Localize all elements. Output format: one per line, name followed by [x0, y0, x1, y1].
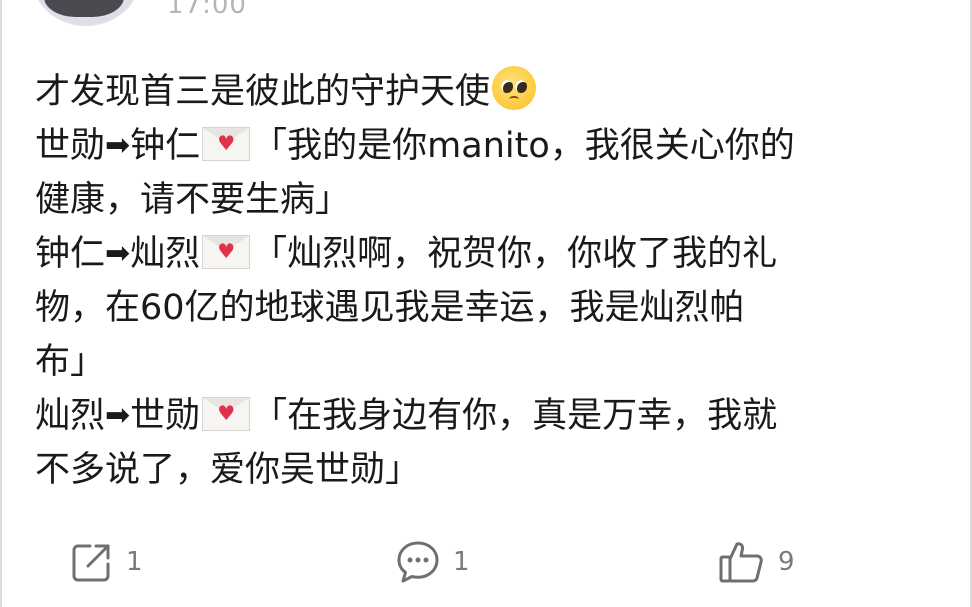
post-card: 17:00 才发现首三是彼此的守护天使 世勋➡钟仁 ♥ 「我的是你manito，我很…	[0, 0, 972, 607]
like-button[interactable]: 9	[718, 538, 795, 586]
sender-name: 世勋	[35, 126, 106, 166]
post-line: 健康，请不要生病」	[35, 173, 935, 227]
right-arrow-icon: ➡	[105, 128, 131, 163]
post-line-text: 物，在60亿的地球遇见我是幸运，我是灿烈帕	[35, 288, 745, 328]
pleading-face-icon	[492, 66, 537, 110]
right-arrow-icon: ➡	[105, 236, 131, 271]
post-line-text: 「灿烈啊，祝贺你，你收了我的礼	[252, 234, 778, 274]
post-line-text: 不多说了，爱你吴世勋」	[35, 450, 421, 490]
post-line-text: 「我的是你manito，我很关心你的	[252, 126, 795, 166]
sender-name: 灿烈	[35, 396, 106, 436]
sender-name: 钟仁	[35, 234, 106, 274]
love-letter-icon: ♥	[202, 127, 251, 161]
avatar-image	[44, 0, 124, 17]
like-count: 9	[778, 547, 795, 577]
love-letter-icon: ♥	[202, 397, 251, 431]
comment-icon	[395, 539, 441, 585]
share-icon	[70, 540, 114, 584]
recipient-name: 钟仁	[130, 126, 201, 166]
recipient-name: 世勋	[130, 396, 201, 436]
share-button[interactable]: 1	[70, 538, 143, 586]
love-letter-icon: ♥	[202, 235, 251, 269]
post-line: 灿烈➡世勋 ♥ 「在我身边有你，真是万幸，我就	[35, 389, 935, 443]
post-line: 才发现首三是彼此的守护天使	[35, 65, 935, 119]
avatar[interactable]	[32, 0, 140, 26]
post-timestamp: 17:00	[167, 0, 247, 20]
post-line-text: 才发现首三是彼此的守护天使	[35, 72, 491, 112]
post-line: 布」	[35, 335, 935, 389]
post-content: 才发现首三是彼此的守护天使 世勋➡钟仁 ♥ 「我的是你manito，我很关心你的 健…	[35, 65, 935, 497]
post-line: 不多说了，爱你吴世勋」	[35, 443, 935, 497]
comment-count: 1	[453, 547, 470, 577]
post-line: 世勋➡钟仁 ♥ 「我的是你manito，我很关心你的	[35, 119, 935, 173]
post-line-text: 布」	[35, 342, 106, 382]
post-line-text: 健康，请不要生病」	[35, 180, 351, 220]
post-actions-bar: 1 1 9	[2, 530, 972, 600]
post-line: 钟仁➡灿烈 ♥ 「灿烈啊，祝贺你，你收了我的礼	[35, 227, 935, 281]
recipient-name: 灿烈	[130, 234, 201, 274]
post-line: 物，在60亿的地球遇见我是幸运，我是灿烈帕	[35, 281, 935, 335]
comment-button[interactable]: 1	[395, 538, 470, 586]
post-line-text: 「在我身边有你，真是万幸，我就	[252, 396, 778, 436]
right-arrow-icon: ➡	[105, 398, 131, 433]
thumbs-up-icon	[718, 539, 766, 585]
share-count: 1	[126, 547, 143, 577]
